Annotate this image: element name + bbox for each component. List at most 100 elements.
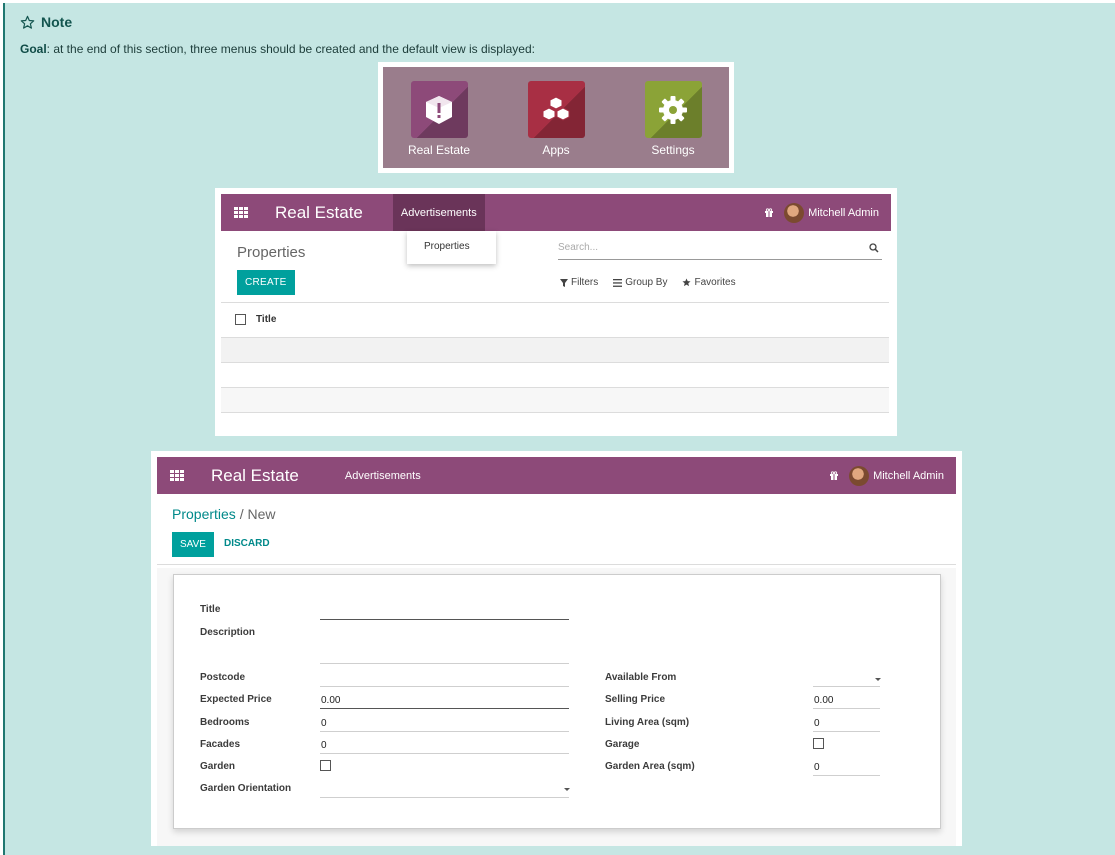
user-name: Mitchell Admin: [808, 206, 879, 219]
garage-checkbox[interactable]: [813, 738, 824, 749]
gift-icon[interactable]: [764, 207, 774, 218]
living-area-label: Living Area (sqm): [605, 717, 690, 728]
star-icon: [682, 278, 692, 287]
filter-icon: [560, 278, 568, 287]
advertisements-dropdown: Properties: [407, 231, 496, 264]
user-menu[interactable]: Mitchell Admin: [784, 202, 879, 223]
postcode-label: Postcode: [200, 672, 246, 683]
warning-box-icon: [426, 95, 452, 124]
menu-advertisements[interactable]: Advertisements: [337, 457, 429, 494]
list-view-screenshot: Real Estate Advertisements Mitchell Admi…: [215, 188, 897, 436]
goal-description: : at the end of this section, three menu…: [46, 42, 535, 56]
apps-app-icon: [527, 81, 585, 138]
available-from-input[interactable]: [813, 686, 880, 687]
save-button[interactable]: SAVE: [172, 532, 214, 557]
app-tile-apps[interactable]: Apps: [524, 81, 588, 168]
user-menu[interactable]: Mitchell Admin: [849, 465, 944, 486]
expected-price-input[interactable]: [320, 708, 569, 709]
app-tile-settings[interactable]: Settings: [641, 81, 705, 168]
expected-price-value: 0.00: [321, 695, 341, 706]
breadcrumb-current: New: [247, 506, 276, 522]
navbar: Real Estate Advertisements Mitchell Admi…: [221, 194, 891, 264]
table-row: [221, 338, 889, 362]
select-all-checkbox[interactable]: [235, 314, 246, 325]
group-by-button[interactable]: Group By: [613, 277, 667, 288]
navbar: Real Estate Advertisements Mitchell Admi…: [157, 457, 956, 494]
bedrooms-input[interactable]: [320, 731, 569, 732]
real-estate-app-icon: [410, 81, 468, 138]
navbar-brand[interactable]: Real Estate: [211, 466, 299, 486]
garden-orientation-label: Garden Orientation: [200, 783, 292, 794]
settings-app-icon: [644, 81, 702, 138]
create-button[interactable]: CREATE: [237, 270, 295, 295]
discard-button[interactable]: DISCARD: [224, 538, 270, 549]
filters-button[interactable]: Filters: [560, 277, 598, 288]
favorites-button[interactable]: Favorites: [682, 277, 736, 288]
description-input[interactable]: [320, 663, 569, 664]
facades-input[interactable]: [320, 753, 569, 754]
form-divider: [157, 564, 956, 565]
garden-checkbox[interactable]: [320, 760, 331, 771]
bedrooms-label: Bedrooms: [200, 717, 250, 728]
user-name: Mitchell Admin: [873, 469, 944, 482]
expected-price-label: Expected Price: [200, 694, 272, 705]
bedrooms-value: 0: [321, 718, 327, 729]
note-heading: Note: [41, 14, 73, 30]
table-top-divider: [221, 302, 889, 303]
title-input[interactable]: [320, 619, 569, 620]
available-from-label: Available From: [605, 672, 677, 683]
avatar: [784, 202, 805, 223]
app-label-real-estate: Real Estate: [407, 143, 471, 157]
facades-value: 0: [321, 740, 327, 751]
garage-label: Garage: [605, 739, 640, 750]
app-menu-grid-icon[interactable]: [234, 206, 248, 219]
gift-icon[interactable]: [829, 470, 839, 481]
table-header: Title: [235, 314, 276, 325]
living-area-input[interactable]: [813, 731, 880, 732]
selling-price-input[interactable]: [813, 708, 880, 709]
goal-label: Goal: [20, 42, 47, 56]
cubes-icon: [542, 95, 570, 121]
favorites-label: Favorites: [694, 277, 736, 288]
column-title[interactable]: Title: [256, 314, 276, 325]
goal-text: Goal: at the end of this section, three …: [20, 42, 535, 56]
garden-area-label: Garden Area (sqm): [605, 761, 695, 772]
note-header: Note: [20, 14, 72, 30]
page-title: Properties: [237, 244, 306, 261]
search-placeholder: Search...: [558, 242, 599, 253]
gear-icon: [659, 95, 687, 124]
garden-label: Garden: [200, 761, 236, 772]
navbar-brand[interactable]: Real Estate: [275, 203, 363, 223]
app-switcher: Real Estate Apps Settings: [383, 67, 729, 168]
selling-price-value: 0.00: [814, 695, 834, 706]
table-row: [221, 388, 889, 412]
dropdown-item-properties[interactable]: Properties: [424, 241, 470, 252]
chevron-down-icon: [564, 788, 570, 791]
title-label: Title: [200, 604, 221, 615]
search-input[interactable]: Search...: [558, 242, 882, 260]
form-sheet: Title Description Postcode Expected Pric…: [173, 574, 941, 829]
app-menu-grid-icon[interactable]: [170, 469, 184, 482]
description-label: Description: [200, 627, 256, 638]
row-divider: [221, 412, 889, 413]
breadcrumb-properties[interactable]: Properties: [172, 506, 236, 522]
search-options: Filters Group By Favorites: [560, 277, 736, 288]
garden-area-value: 0: [814, 762, 820, 773]
group-by-label: Group By: [625, 277, 668, 288]
living-area-value: 0: [814, 718, 820, 729]
postcode-input[interactable]: [320, 686, 569, 687]
form-view-screenshot: Real Estate Advertisements Mitchell Admi…: [151, 451, 962, 846]
facades-label: Facades: [200, 739, 241, 750]
table-row: [221, 363, 889, 387]
breadcrumb: Properties / New: [172, 506, 276, 522]
search-icon[interactable]: [869, 243, 879, 253]
menu-advertisements[interactable]: Advertisements: [392, 194, 485, 231]
apps-screenshot: Real Estate Apps Settings: [378, 62, 734, 173]
garden-area-input[interactable]: [813, 775, 880, 776]
app-label-apps: Apps: [542, 143, 570, 157]
filters-label: Filters: [571, 277, 599, 288]
garden-orientation-select[interactable]: [320, 797, 569, 798]
app-tile-real-estate[interactable]: Real Estate: [407, 81, 471, 168]
selling-price-label: Selling Price: [605, 694, 666, 705]
list-icon: [613, 278, 623, 287]
